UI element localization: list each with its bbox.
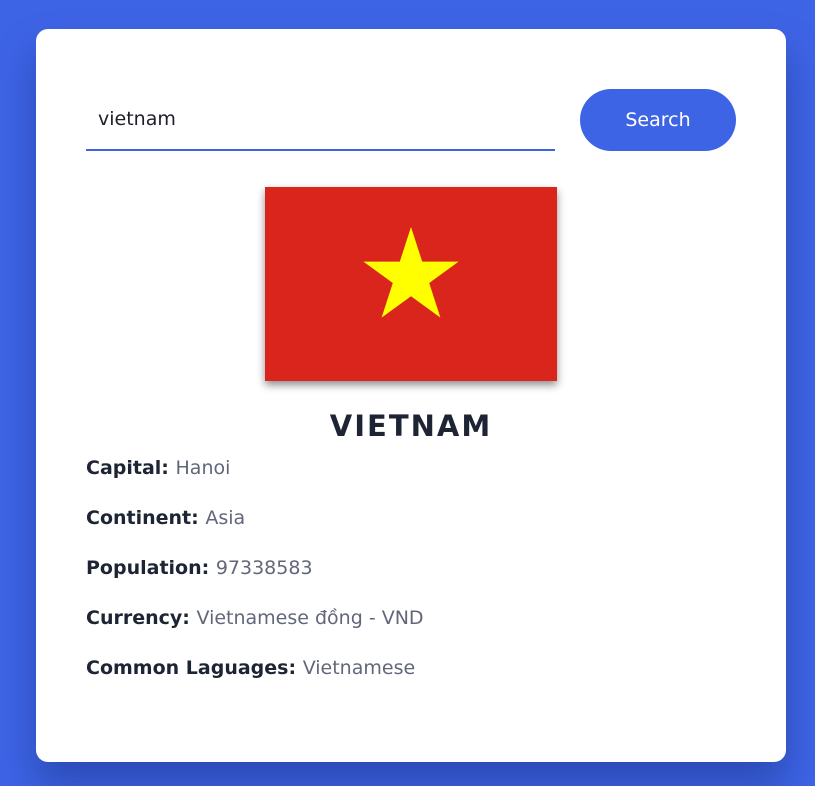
continent-value: Asia <box>205 507 246 529</box>
currency-value: Vietnamese đồng - VND <box>196 607 424 629</box>
detail-row-continent: Continent: Asia <box>86 504 736 554</box>
country-info-card: Search VIETNAM Capital: Hanoi Continent:… <box>36 29 786 762</box>
currency-label: Currency: <box>86 607 197 629</box>
vietnam-flag-icon <box>265 187 557 381</box>
population-value: 97338583 <box>215 557 313 579</box>
languages-value: Vietnamese <box>302 657 416 679</box>
detail-row-languages: Common Laguages: Vietnamese <box>86 654 736 704</box>
country-name: VIETNAM <box>329 409 493 443</box>
country-details: Capital: Hanoi Continent: Asia Populatio… <box>86 454 736 704</box>
capital-value: Hanoi <box>175 457 231 479</box>
search-bar: Search <box>86 89 736 152</box>
detail-row-capital: Capital: Hanoi <box>86 454 736 504</box>
search-button[interactable]: Search <box>580 89 736 151</box>
detail-row-population: Population: 97338583 <box>86 554 736 604</box>
capital-label: Capital: <box>86 457 176 479</box>
population-label: Population: <box>86 557 216 579</box>
continent-label: Continent: <box>86 507 206 529</box>
search-input[interactable] <box>86 89 555 151</box>
languages-label: Common Laguages: <box>86 657 303 679</box>
detail-row-currency: Currency: Vietnamese đồng - VND <box>86 604 736 654</box>
